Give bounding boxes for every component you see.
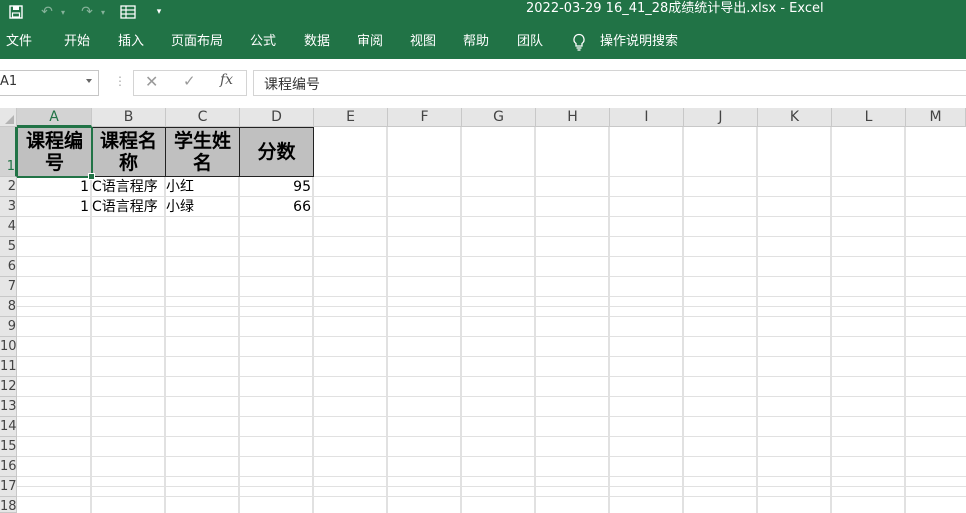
column-header-m[interactable]: M — [906, 108, 966, 127]
row-header-14[interactable]: 14 — [0, 417, 17, 437]
select-all-icon — [5, 115, 14, 124]
cell-c3[interactable]: 小绿 — [165, 197, 239, 217]
redo-icon[interactable]: ↷ — [76, 1, 98, 23]
row-header-6[interactable]: 6 — [0, 257, 17, 277]
name-box-value: A1 — [0, 74, 18, 89]
cancel-icon[interactable]: ✕ — [145, 72, 158, 91]
undo-icon[interactable]: ↶ — [36, 1, 58, 23]
tab-insert[interactable]: 插入 — [118, 33, 144, 51]
column-header-d[interactable]: D — [240, 108, 314, 127]
fill-handle[interactable] — [88, 173, 95, 180]
tab-home[interactable]: 开始 — [64, 33, 90, 51]
row-header-12[interactable]: 12 — [0, 377, 17, 397]
column-header-l[interactable]: L — [832, 108, 906, 127]
column-header-g[interactable]: G — [462, 108, 536, 127]
row-header-13[interactable]: 13 — [0, 397, 17, 417]
cell-grid[interactable]: 课程编号 课程名称 学生姓名 分数 1 C语言程序 小红 95 1 C语言程序 … — [17, 127, 966, 513]
column-header-b[interactable]: B — [92, 108, 166, 127]
tab-formulas[interactable]: 公式 — [250, 33, 276, 51]
column-header-h[interactable]: H — [536, 108, 610, 127]
row-header-17[interactable]: 17 — [0, 477, 17, 497]
select-all-button[interactable] — [0, 108, 17, 127]
drag-handle-icon[interactable]: ⋮ — [114, 73, 126, 89]
column-header-i[interactable]: I — [610, 108, 684, 127]
column-header-f[interactable]: F — [388, 108, 462, 127]
column-header-j[interactable]: J — [684, 108, 758, 127]
tab-review[interactable]: 审阅 — [357, 33, 383, 51]
cell-a3[interactable]: 1 — [17, 197, 91, 217]
row-header-15[interactable]: 15 — [0, 437, 17, 457]
title-bar: ↶ ▾ ↷ ▾ ▾ 2022-03-29 16_41_28成绩统计导出.xlsx… — [0, 0, 966, 26]
cell-b2[interactable]: C语言程序 — [91, 177, 165, 197]
row-header-3[interactable]: 3 — [0, 197, 17, 217]
chevron-down-icon[interactable]: ▾ — [58, 1, 68, 23]
row-header-10[interactable]: 10 — [0, 337, 17, 357]
tab-help[interactable]: 帮助 — [463, 33, 489, 51]
cell-b3[interactable]: C语言程序 — [91, 197, 165, 217]
formula-value: 课程编号 — [264, 77, 320, 93]
row-header-16[interactable]: 16 — [0, 457, 17, 477]
insert-function-icon[interactable]: fx — [220, 72, 233, 88]
row-header-5[interactable]: 5 — [0, 237, 17, 257]
tab-team[interactable]: 团队 — [517, 33, 543, 51]
table-icon[interactable] — [116, 1, 140, 23]
column-header-k[interactable]: K — [758, 108, 832, 127]
active-cell-border — [17, 127, 93, 178]
save-icon[interactable] — [4, 1, 28, 23]
cell-d2[interactable]: 95 — [239, 177, 313, 197]
row-header-9[interactable]: 9 — [0, 317, 17, 337]
ribbon-tabs: 文件 开始 插入 页面布局 公式 数据 审阅 视图 帮助 团队 操作说明搜索 — [0, 26, 966, 59]
tab-page-layout[interactable]: 页面布局 — [171, 33, 223, 51]
tab-view[interactable]: 视图 — [410, 33, 436, 51]
tell-me-search[interactable]: 操作说明搜索 — [600, 33, 678, 51]
cell-b1[interactable]: 课程名称 — [91, 127, 166, 177]
customize-qat-icon[interactable]: ▾ — [152, 1, 166, 23]
cell-a2[interactable]: 1 — [17, 177, 91, 197]
check-icon[interactable]: ✓ — [183, 72, 196, 90]
cell-d1[interactable]: 分数 — [239, 127, 314, 177]
row-header-4[interactable]: 4 — [0, 217, 17, 237]
cell-c1[interactable]: 学生姓名 — [165, 127, 240, 177]
row-header-18[interactable]: 18 — [0, 497, 17, 513]
chevron-down-icon[interactable]: ▾ — [98, 1, 108, 23]
row-header-2[interactable]: 2 — [0, 177, 17, 197]
column-header-a[interactable]: A — [17, 108, 92, 127]
lightbulb-icon[interactable] — [571, 33, 587, 51]
row-header-1[interactable]: 1 — [0, 127, 17, 177]
formula-input[interactable]: 课程编号 — [253, 70, 966, 96]
tab-data[interactable]: 数据 — [304, 33, 330, 51]
row-header-11[interactable]: 11 — [0, 357, 17, 377]
tab-file[interactable]: 文件 — [6, 33, 32, 51]
cell-d3[interactable]: 66 — [239, 197, 313, 217]
cell-c2[interactable]: 小红 — [165, 177, 239, 197]
column-header-e[interactable]: E — [314, 108, 388, 127]
chevron-down-icon[interactable] — [86, 79, 92, 83]
row-header-7[interactable]: 7 — [0, 277, 17, 297]
window-title: 2022-03-29 16_41_28成绩统计导出.xlsx - Excel — [526, 1, 824, 16]
column-header-c[interactable]: C — [166, 108, 240, 127]
row-header-8[interactable]: 8 — [0, 297, 17, 317]
name-box[interactable]: A1 — [0, 70, 99, 96]
